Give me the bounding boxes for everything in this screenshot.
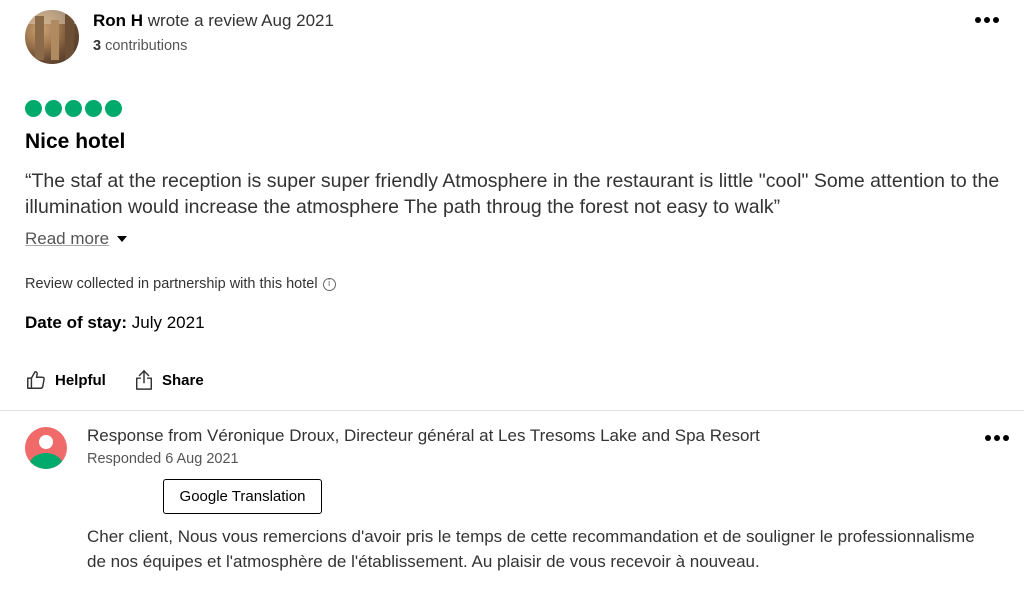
rating-bubble: [65, 100, 82, 117]
review-collected-note: Review collected in partnership with thi…: [25, 276, 336, 292]
rating-bubble: [85, 100, 102, 117]
response-more-options-icon[interactable]: [985, 435, 1009, 441]
helpful-label: Helpful: [55, 371, 106, 389]
collected-note-text: Review collected in partnership with thi…: [25, 276, 318, 292]
reviewer-name[interactable]: Ron H: [93, 11, 143, 30]
dot: [994, 435, 1000, 441]
dot: [1003, 435, 1009, 441]
contributions-label: contributions: [101, 38, 188, 54]
rating-bubble: [105, 100, 122, 117]
response-date: Responded 6 Aug 2021: [87, 451, 239, 467]
read-more-label: Read more: [25, 229, 110, 248]
owner-avatar-icon: [25, 427, 67, 469]
review-author-line: Ron H wrote a review Aug 2021: [93, 11, 334, 31]
google-translation-button[interactable]: Google Translation: [163, 479, 322, 514]
read-more-button[interactable]: Read more: [25, 229, 128, 249]
rating-bubble: [25, 100, 42, 117]
share-button[interactable]: Share: [134, 369, 204, 391]
helpful-button[interactable]: Helpful: [25, 369, 106, 391]
info-icon[interactable]: i: [322, 277, 336, 291]
response-text: Cher client, Nous vous remercions d'avoi…: [87, 527, 975, 571]
review-title[interactable]: Nice hotel: [25, 130, 125, 154]
caret-down-icon: [117, 236, 128, 242]
rating-bubble: [45, 100, 62, 117]
dot: [985, 435, 991, 441]
review-text: “The staf at the reception is super supe…: [25, 170, 1000, 218]
reviewer-contributions: 3 contributions: [93, 38, 187, 54]
contributions-count: 3: [93, 38, 102, 54]
share-label: Share: [162, 371, 204, 389]
divider: [0, 410, 1024, 411]
reviewer-avatar[interactable]: [25, 10, 79, 64]
share-icon: [136, 370, 152, 390]
date-of-stay-value: July 2021: [127, 313, 205, 332]
thumbs-up-icon: [27, 371, 45, 389]
dot: [993, 17, 999, 23]
dot: [984, 17, 990, 23]
dot: [975, 17, 981, 23]
date-of-stay: Date of stay: July 2021: [25, 313, 205, 333]
review-action-text: wrote a review Aug 2021: [143, 11, 334, 30]
date-of-stay-label: Date of stay:: [25, 313, 128, 332]
review-more-options-icon[interactable]: [975, 17, 999, 23]
rating-bubbles: [25, 100, 122, 117]
response-heading: Response from Véronique Droux, Directeur…: [87, 426, 760, 445]
